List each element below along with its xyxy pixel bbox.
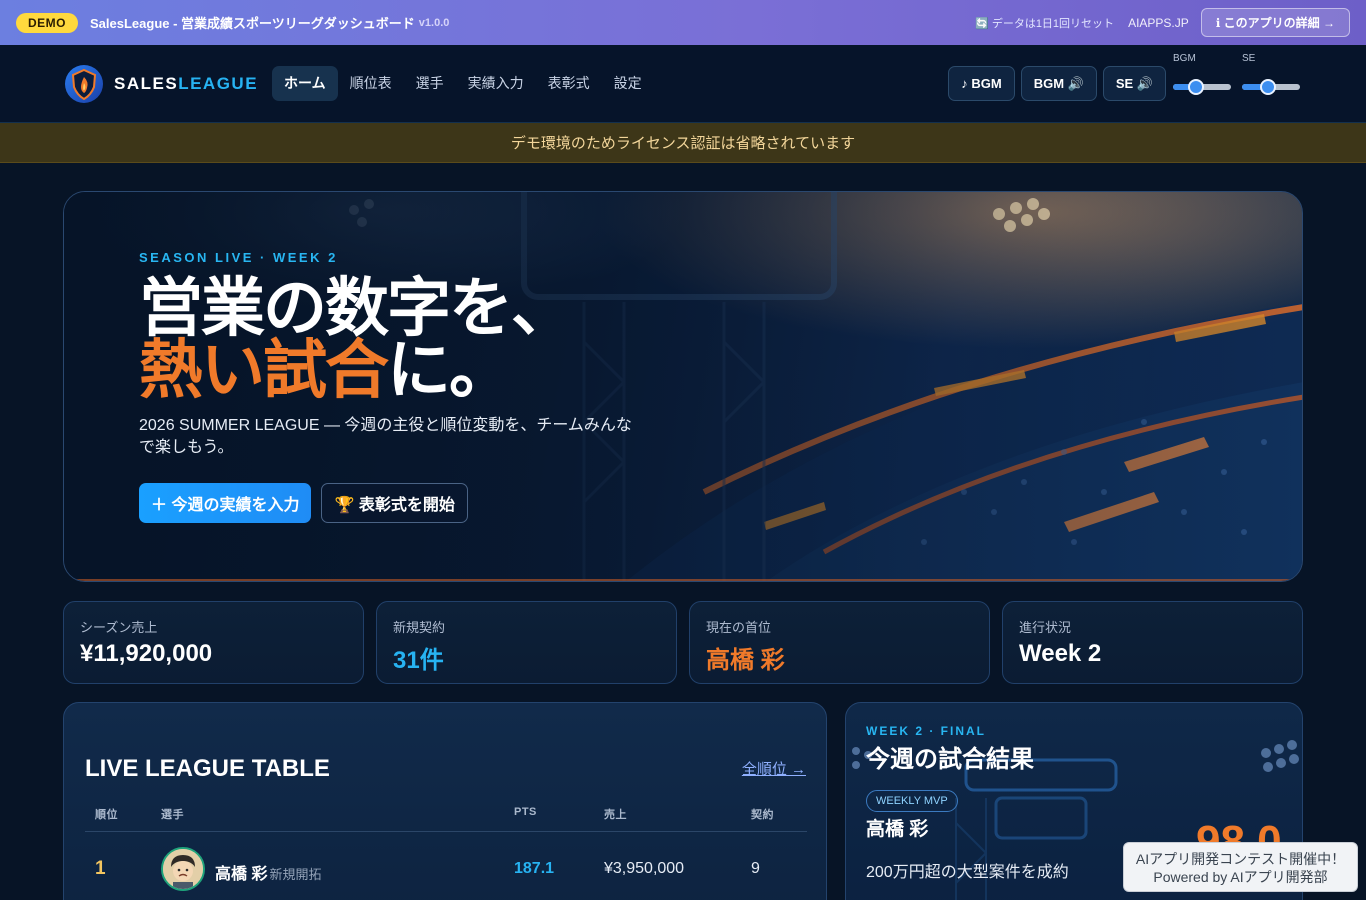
row-pts: 187.1 (514, 860, 555, 877)
bgm-volume-button[interactable]: BGM 🔊 (1020, 66, 1097, 101)
audio-controls: ♪ BGM BGM 🔊 SE 🔊 (942, 66, 1166, 101)
mvp-name: 高橋 彩 (866, 819, 929, 840)
avatar (161, 847, 205, 891)
nav-link-players[interactable]: 選手 (404, 66, 456, 101)
weekly-result-title: 今週の試合結果 (866, 746, 1034, 773)
hero-headline-rest: に。 (387, 334, 513, 406)
all-standings-link[interactable]: 全順位 → (742, 758, 806, 779)
hero-buttons: ＋ 今週の実績を入力 🏆 表彰式を開始 (139, 483, 659, 523)
se-slider-label: SE (1242, 53, 1256, 64)
column-header-contracts: 契約 (751, 809, 774, 821)
nav-link-standings[interactable]: 順位表 (338, 66, 404, 101)
stat-card-new-contracts: 新規契約 31件 (376, 601, 677, 684)
enter-weekly-results-button[interactable]: ＋ 今週の実績を入力 (139, 483, 312, 523)
bgm-volume-slider[interactable] (1173, 79, 1231, 95)
player-tag: 新規開拓 (269, 867, 322, 882)
toast-line2: Powered by AIアプリ開発部 (1153, 869, 1328, 885)
app-title: SalesLeague - 営業成績スポーツリーグダッシュボード (90, 16, 415, 31)
column-header-rank: 順位 (95, 809, 118, 821)
site-link[interactable]: AIAPPS.JP (1128, 16, 1189, 30)
se-slider-group: SE (1242, 53, 1300, 95)
stat-card-season-sales: シーズン売上 ¥11,920,000 (63, 601, 364, 684)
logo-text: SALESLEAGUE (114, 74, 258, 94)
row-player-name: 高橋 彩新規開拓 (215, 860, 321, 884)
shield-flame-icon (65, 65, 103, 103)
logo[interactable]: SALESLEAGUE (64, 64, 258, 104)
bgm-slider-group: BGM (1173, 53, 1231, 95)
player-avatar-icon (163, 849, 203, 889)
stat-label: 現在の首位 (706, 620, 772, 635)
stat-value: Week 2 (1019, 640, 1102, 667)
nav-link-results-entry[interactable]: 実績入力 (456, 66, 536, 101)
contest-toast[interactable]: AIアプリ開発コンテスト開催中！ Powered by AIアプリ開発部 (1123, 842, 1358, 892)
nav-link-awards[interactable]: 表彰式 (536, 66, 602, 101)
start-awards-button[interactable]: 🏆 表彰式を開始 (321, 483, 468, 523)
weekly-mvp-badge: WEEKLY MVP (866, 790, 958, 812)
hero-content: SEASON LIVE · WEEK 2 営業の数字を、 熱い試合に。 2026… (139, 250, 659, 523)
app-detail-button[interactable]: ℹ このアプリの詳細 → (1200, 8, 1350, 37)
se-volume-slider[interactable] (1242, 79, 1300, 95)
nav-link-settings[interactable]: 設定 (602, 66, 654, 101)
hero-headline-line1: 営業の数字を、 (139, 272, 575, 344)
stat-value: 高橋 彩 (706, 647, 785, 674)
hero-headline-line2: 熱い試合に。 (139, 338, 659, 402)
stat-card-current-leader: 現在の首位 高橋 彩 (689, 601, 990, 684)
license-notice: デモ環境のためライセンス認証は省略されています (0, 123, 1366, 163)
nav-links: ホーム 順位表 選手 実績入力 表彰式 設定 (272, 66, 654, 101)
demo-badge: DEMO (16, 12, 78, 33)
column-header-sales: 売上 (604, 809, 627, 821)
app-version: v1.0.0 (418, 16, 450, 29)
stat-label: 新規契約 (393, 620, 446, 635)
hero-subtitle: 2026 SUMMER LEAGUE — 今週の主役と順位変動を、チームみんなで… (139, 417, 632, 456)
season-eyebrow: SEASON LIVE · WEEK 2 (139, 250, 338, 265)
column-header-player: 選手 (161, 809, 184, 821)
demo-bar: DEMO SalesLeague - 営業成績スポーツリーグダッシュボード v1… (0, 0, 1366, 45)
stat-label: 進行状況 (1019, 620, 1072, 635)
table-divider (85, 831, 807, 832)
demo-bar-right: 🔄 データは1日1回リセット AIAPPS.JP ℹ このアプリの詳細 → (975, 8, 1350, 37)
player-name: 高橋 彩 (215, 866, 268, 883)
se-slider-thumb[interactable] (1260, 79, 1277, 95)
row-rank: 1 (95, 858, 106, 879)
stat-label: シーズン売上 (80, 620, 158, 635)
row-sales: ¥3,950,000 (604, 860, 685, 877)
logo-text-league: LEAGUE (178, 74, 259, 93)
bgm-slider-thumb[interactable] (1188, 79, 1205, 95)
toast-line1: AIアプリ開発コンテスト開催中！ (1135, 851, 1346, 867)
league-table-title: LIVE LEAGUE TABLE (85, 755, 330, 782)
live-league-table: LIVE LEAGUE TABLE 全順位 → 順位 選手 PTS 売上 契約 … (63, 702, 827, 900)
nav-link-home[interactable]: ホーム (272, 66, 338, 101)
main-nav: SALESLEAGUE ホーム 順位表 選手 実績入力 表彰式 設定 ♪ BGM… (0, 45, 1366, 123)
bgm-slider-label: BGM (1173, 53, 1196, 64)
stat-card-progress: 進行状況 Week 2 (1002, 601, 1303, 684)
hero-headline-accent: 熱い試合 (139, 334, 389, 406)
se-volume-button[interactable]: SE 🔊 (1102, 66, 1166, 101)
week-eyebrow: WEEK 2 · FINAL (866, 724, 986, 738)
hero-banner: SEASON LIVE · WEEK 2 営業の数字を、 熱い試合に。 2026… (63, 191, 1303, 582)
bgm-play-button[interactable]: ♪ BGM (948, 66, 1015, 101)
mvp-description: 200万円超の大型案件を成約 (866, 864, 1069, 881)
stat-value: 31件 (393, 647, 444, 674)
stat-value: ¥11,920,000 (80, 640, 213, 667)
reset-notice: 🔄 データは1日1回リセット (975, 17, 1115, 30)
hero-headline: 営業の数字を、 熱い試合に。 (139, 272, 659, 402)
row-contracts: 9 (751, 860, 760, 877)
logo-text-sales: SALES (114, 74, 179, 93)
column-header-pts: PTS (514, 806, 537, 818)
